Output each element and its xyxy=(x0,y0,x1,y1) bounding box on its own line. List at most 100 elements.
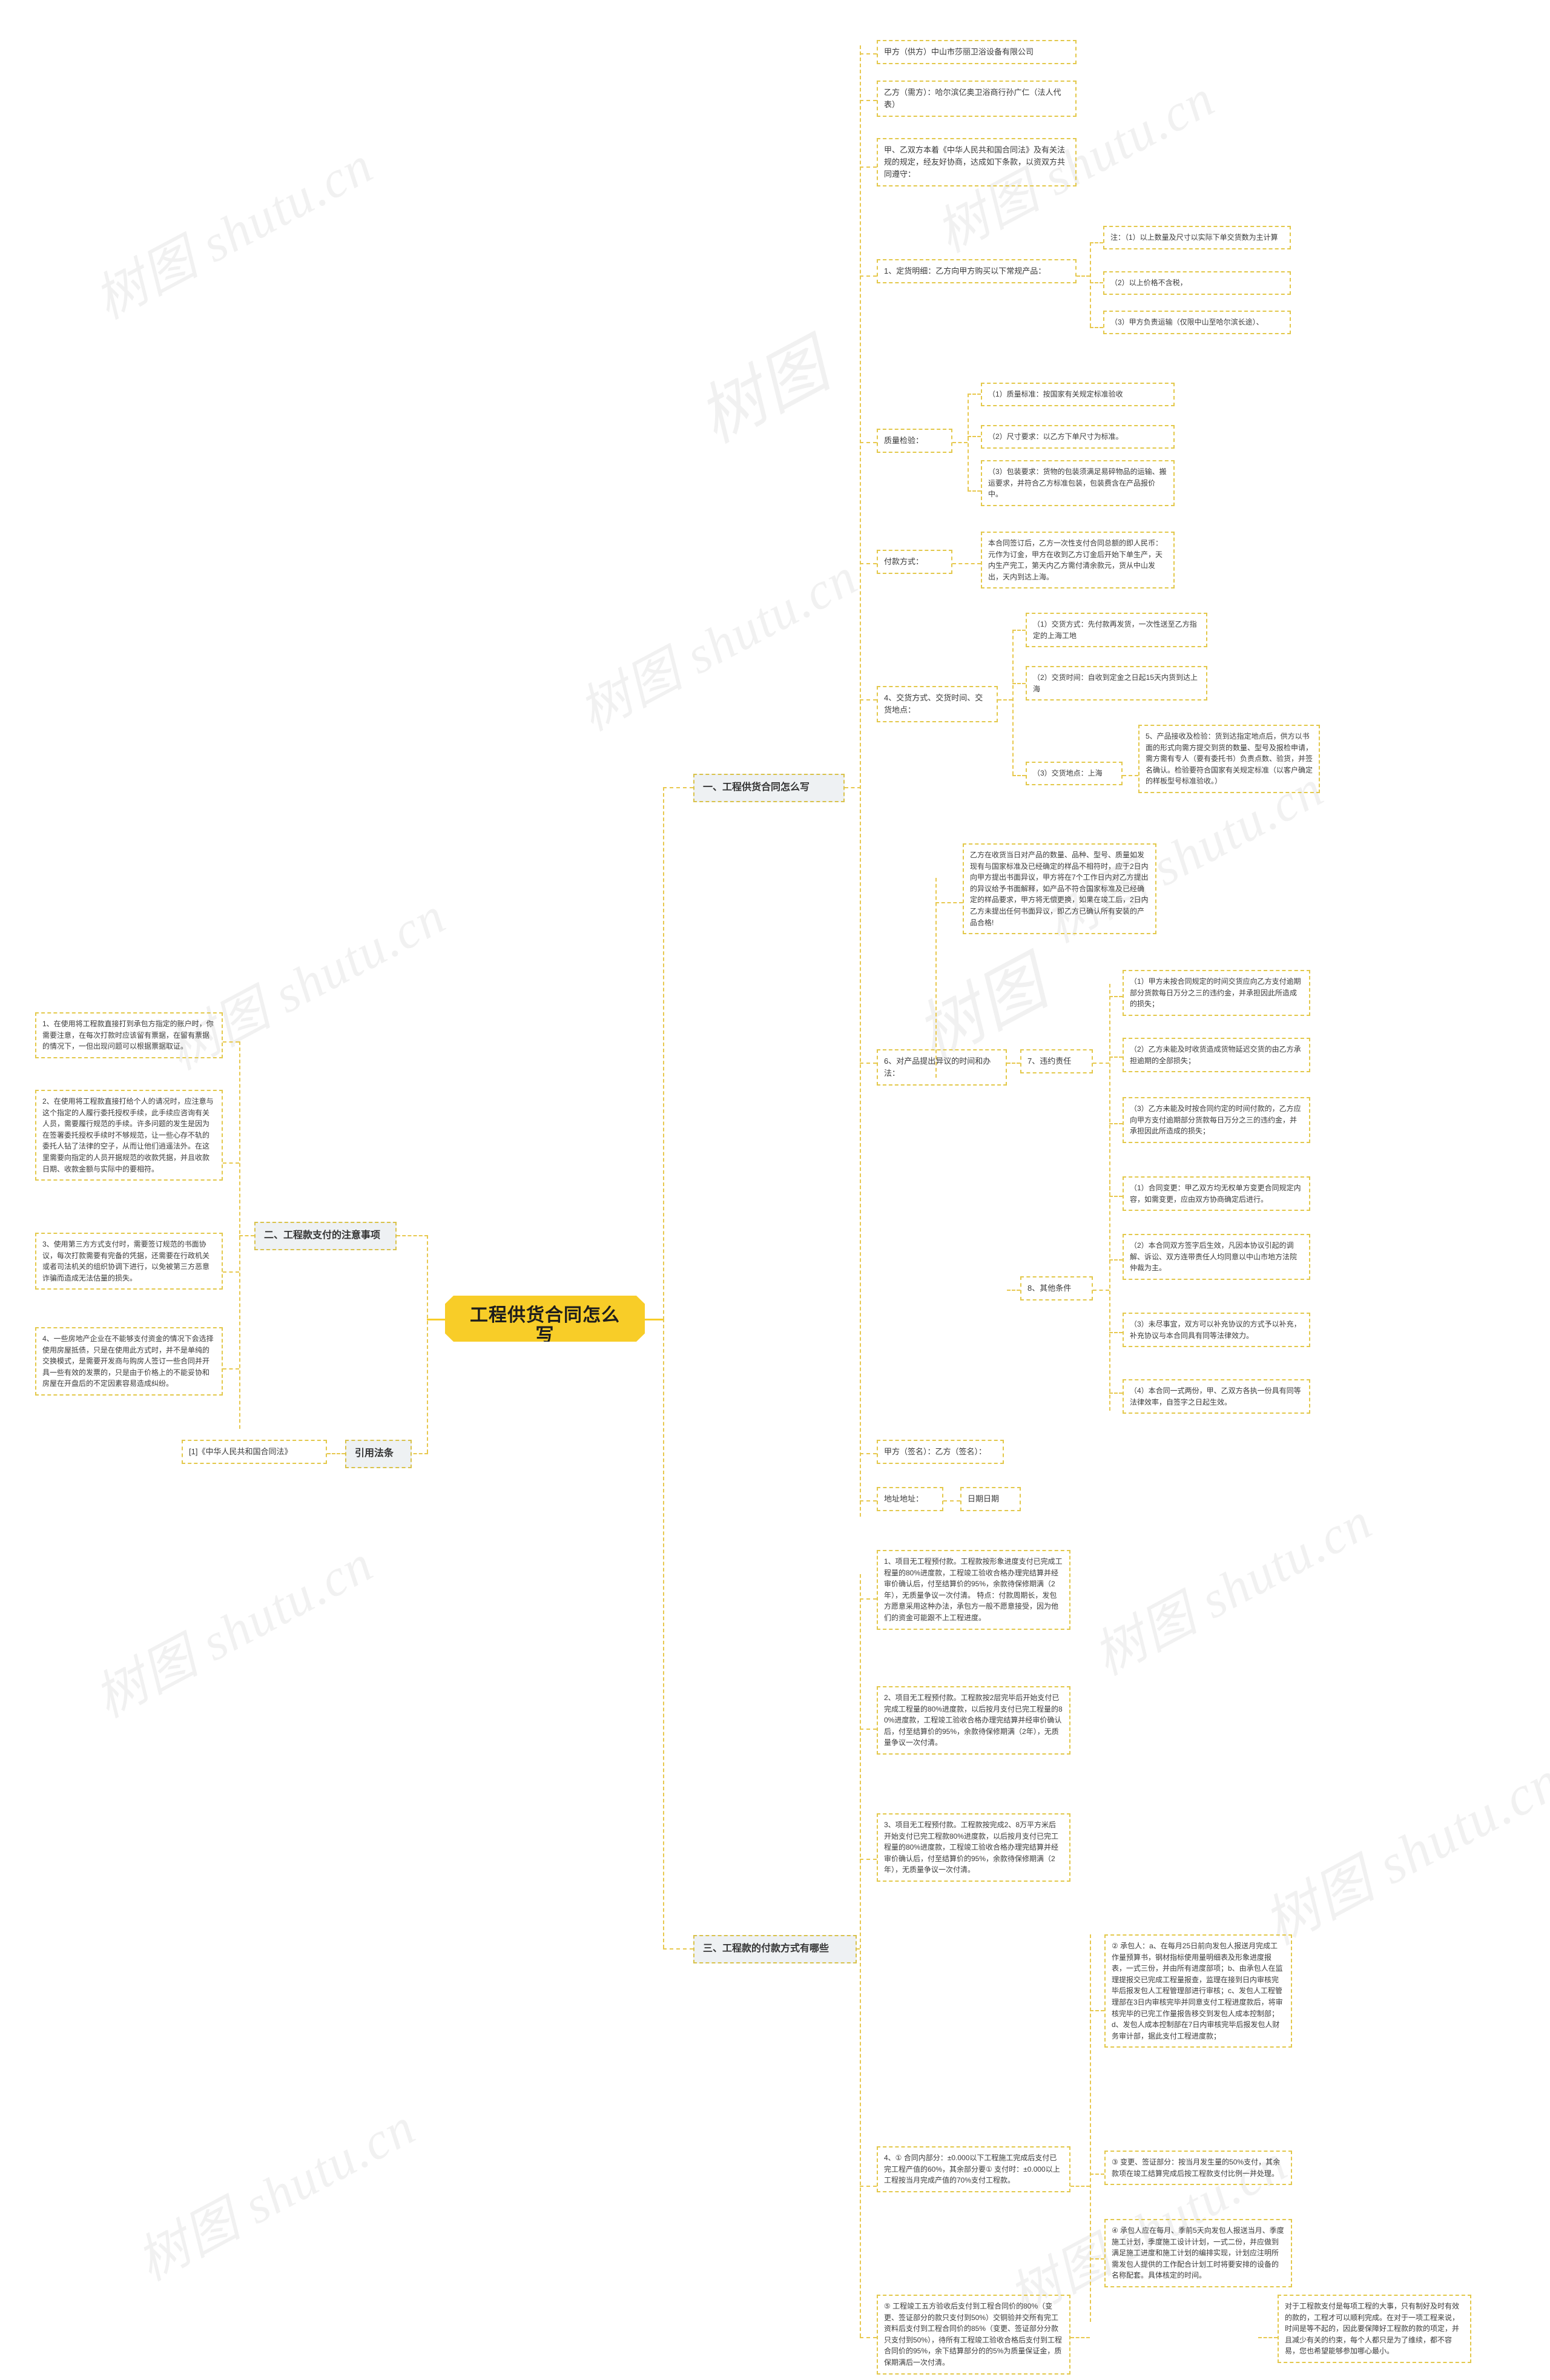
node-date[interactable]: 日期日期 xyxy=(960,1487,1021,1512)
connector-item7-c1 xyxy=(1109,996,1123,997)
node-payment-4[interactable]: 4、① 合同内部分：±0.000以下工程施工完成后支付已完工程产值的60%，其余… xyxy=(877,2146,1070,2192)
connector-item8-in xyxy=(1007,1290,1020,1291)
watermark: 树图 shutu.cn xyxy=(1254,1749,1550,1957)
node-item3-child-1[interactable]: 本合同签订后，乙方一次性支付合同总额的即人民币：元作为订金，甲方在收到乙方订金后… xyxy=(981,532,1175,589)
node-payment-8[interactable]: ⑤ 工程竣工五方验收后支付到工程合同价的80%（变更、签证部分的款只支付到50%… xyxy=(877,2295,1070,2375)
connector-pay9-in xyxy=(1258,2337,1278,2338)
watermark: 树图 shutu.cn xyxy=(85,135,383,331)
watermark: 树图 shutu.cn xyxy=(127,2097,425,2292)
node-item6-label[interactable]: 6、对产品提出异议的时间和办法： xyxy=(877,1049,1007,1086)
connector-item1-c3 xyxy=(1090,327,1103,328)
watermark: 树图 shutu.cn xyxy=(569,547,867,742)
node-payment-1[interactable]: 1、项目无工程预付款。工程款按形象进度支付已完成工程量的80%进度款，工程竣工验… xyxy=(877,1550,1070,1630)
connector-item8-branch xyxy=(1093,1290,1109,1291)
connector-item7-in xyxy=(1007,1063,1020,1064)
connector-root-left xyxy=(427,1235,428,1453)
node-note-4[interactable]: 4、一些房地产企业在不能够支付资金的情况下会选择使用房屋抵债，只是在使用此方式时… xyxy=(35,1327,223,1396)
node-item8-label[interactable]: 8、其他条件 xyxy=(1020,1276,1093,1301)
watermark: 树图 xyxy=(687,328,842,457)
mindmap-canvas: 树图 shutu.cn 树图 shutu.cn 树图 树图 shutu.cn 树… xyxy=(0,0,1550,2380)
node-item2-child-3[interactable]: （3）包装要求：货物的包装须满足易碎物品的运输、搬运要求，并符合乙方标准包装，包… xyxy=(981,460,1175,506)
connector-preamble xyxy=(860,166,877,168)
branch-node-1[interactable]: 一、工程供货合同怎么写 xyxy=(693,774,845,802)
node-item4-child-1[interactable]: （1）交货方式：先付款再发货，一次性送至乙方指定的上海工地 xyxy=(1026,613,1207,648)
node-item8-child-2[interactable]: （2）本合同双方签字后生效，凡因本协议引起的调解、诉讼、双方连带责任人均同意以中… xyxy=(1123,1234,1310,1280)
connector-branch1-in xyxy=(845,787,861,788)
root-node[interactable]: 工程供货合同怎么写 xyxy=(445,1296,645,1342)
connector-item1-c2 xyxy=(1090,282,1103,283)
node-item8-child-1[interactable]: （1）合同变更：甲乙双方均无权单方变更合同规定内容，如需变更，应由双方协商确定后… xyxy=(1123,1176,1310,1211)
connector-item8-c3 xyxy=(1109,1332,1123,1333)
connector-pay6 xyxy=(1090,2174,1104,2175)
node-note-1[interactable]: 1、在使用将工程款直接打到承包方指定的账户时，你需要注意，在每次打款时应该留有票… xyxy=(35,1012,223,1058)
connector-item4-spine xyxy=(1012,630,1014,775)
node-preamble[interactable]: 甲、乙双方本着《中华人民共和国合同法》及有关法规的规定，经友好协商，达成如下条款… xyxy=(877,138,1077,187)
connector-item7-c3 xyxy=(1109,1123,1123,1124)
node-item4-label[interactable]: 4、交货方式、交货时间、交货地点： xyxy=(877,686,998,723)
node-item1-child-3[interactable]: （3）甲方负责运输（仅限中山至哈尔滨长途）、 xyxy=(1103,311,1291,334)
node-party-a[interactable]: 甲方（供方）中山市莎丽卫浴设备有限公司 xyxy=(877,40,1077,65)
node-item4-child-3[interactable]: （3）交货地点：上海 xyxy=(1026,762,1123,785)
connector-item4-in xyxy=(998,699,1012,700)
connector-to-branch3 xyxy=(663,1948,693,1950)
connector-signature xyxy=(860,1453,877,1454)
node-payment-5[interactable]: ② 承包人：a、在每月25日前向发包人报送月完成工作量预算书，钢材指标使用量明细… xyxy=(1104,1934,1292,2048)
node-party-b[interactable]: 乙方（需方）：哈尔滨亿奥卫浴商行孙广仁（法人代表） xyxy=(877,81,1077,117)
node-item8-child-4[interactable]: （4）本合同一式两份，甲、乙双方各执一份具有同等法律效率，自签字之日起生效。 xyxy=(1123,1379,1310,1414)
node-item7-label[interactable]: 7、违约责任 xyxy=(1020,1049,1093,1074)
connector-item7-branch xyxy=(1093,1063,1109,1064)
node-item2-child-1[interactable]: （1）质量标准：按国家有关规定标准验收 xyxy=(981,383,1175,406)
connector-item3 xyxy=(860,563,877,564)
connector-law-in xyxy=(327,1453,345,1454)
connector-item4-c2 xyxy=(1012,683,1026,684)
connector-to-branch1 xyxy=(663,787,693,788)
connector-note4 xyxy=(223,1368,239,1370)
connector-item2 xyxy=(860,442,877,443)
node-item8-child-3[interactable]: （3）未尽事宜，双方可以补充协议的方式予以补充，补充协议与本合同具有同等法律效力… xyxy=(1123,1313,1310,1348)
node-payment-9[interactable]: 对于工程款支付是每项工程的大事，只有制好及时有效的款的，工程才可以顺利完成。在对… xyxy=(1278,2295,1471,2363)
connector-item4-c3 xyxy=(1012,775,1026,776)
node-note-3[interactable]: 3、使用第三方方式支付时，需要签订规范的书面协议，每次打款需要有完备的凭据，还需… xyxy=(35,1233,223,1290)
node-item5[interactable]: 5、产品接收及检验：货到达指定地点后，供方以书面的形式向需方提交到货的数量、型号… xyxy=(1138,725,1320,793)
node-law-ref[interactable]: [1]《中华人民共和国合同法》 xyxy=(182,1440,327,1465)
connector-item2-c2 xyxy=(968,436,981,437)
connector-branch3-spine xyxy=(860,1574,861,2337)
connector-to-branch2 xyxy=(397,1235,428,1236)
node-item3-label[interactable]: 付款方式： xyxy=(877,550,952,575)
connector-branch2-spine xyxy=(239,1041,240,1429)
node-item6-note[interactable]: 乙方在收货当日对产品的数量、品种、型号、质量如发现有与国家标准及已经确定的样品不… xyxy=(963,843,1156,935)
node-address[interactable]: 地址地址： xyxy=(877,1487,943,1512)
node-payment-6[interactable]: ③ 变更、签证部分：按当月发生量的50%支付，其余款项在竣工结算完成后按工程款支… xyxy=(1104,2151,1292,2186)
watermark: 树图 shutu.cn xyxy=(85,1534,383,1729)
connector-date xyxy=(943,1500,960,1502)
connector-item2-c3 xyxy=(968,490,981,492)
node-item1-label[interactable]: 1、定货明细：乙方向甲方购买以下常规产品： xyxy=(877,259,1077,284)
node-item1-child-1[interactable]: 注：（1）以上数量及尺寸以实际下单交货数为主计算 xyxy=(1103,226,1291,249)
branch-node-4[interactable]: 引用法条 xyxy=(345,1440,412,1468)
connector-item8-c1 xyxy=(1109,1196,1123,1197)
connector-item7-c2 xyxy=(1109,1056,1123,1058)
node-item4-child-2[interactable]: （2）交货时间：自收到定金之日起15天内货到达上海 xyxy=(1026,666,1207,701)
node-payment-3[interactable]: 3、项目无工程预付款。工程款按完成2、8万平方米后开始支付已完工程款80%进度款… xyxy=(877,1813,1070,1882)
connector-item3-in xyxy=(952,563,981,564)
connector-item8-c4 xyxy=(1109,1393,1123,1394)
node-item7-child-1[interactable]: （1）甲方未按合同规定的时间交货应向乙方支付逾期部分货款每日万分之三的违约金，并… xyxy=(1123,970,1310,1016)
node-item7-child-3[interactable]: （3）乙方未能及时按合同约定的时间付款的，乙方应向甲方支付逾期部分货款每日万分之… xyxy=(1123,1097,1310,1143)
connector-item6 xyxy=(860,1063,877,1064)
node-item1-child-2[interactable]: （2）以上价格不含税， xyxy=(1103,271,1291,295)
node-item2-label[interactable]: 质量检验： xyxy=(877,429,952,453)
connector-item2-in xyxy=(952,442,968,443)
node-item2-child-2[interactable]: （2）尺寸要求：以乙方下单尺寸为标准。 xyxy=(981,425,1175,449)
branch-node-2[interactable]: 二、工程款支付的注意事项 xyxy=(254,1222,397,1250)
connector-root-right-up xyxy=(663,787,664,1320)
connector-item1-c1 xyxy=(1090,242,1103,243)
node-payment-7[interactable]: ④ 承包人应在每月、季前5天向发包人报送当月、季度施工计划，季度施工设计计划，一… xyxy=(1104,2219,1292,2287)
branch-node-3[interactable]: 三、工程款的付款方式有哪些 xyxy=(693,1935,857,1963)
connector-item1 xyxy=(860,275,877,277)
connector-branch3-in xyxy=(857,1948,860,1950)
node-item7-child-2[interactable]: （2）乙方未能及时收货造成货物延迟交货的由乙方承担逾期的全部损失； xyxy=(1123,1038,1310,1073)
connector-pay-sub-spine xyxy=(1090,1934,1091,2322)
node-note-2[interactable]: 2、在使用将工程款直接打给个人的请况时，应注意与这个指定的人履行委托授权手续，此… xyxy=(35,1090,223,1181)
node-payment-2[interactable]: 2、项目无工程预付款。工程款按2层完毕后开始支付已完成工程量的80%进度款，以后… xyxy=(877,1686,1070,1755)
node-signature[interactable]: 甲方（签名）：乙方（签名）： xyxy=(877,1440,1004,1465)
